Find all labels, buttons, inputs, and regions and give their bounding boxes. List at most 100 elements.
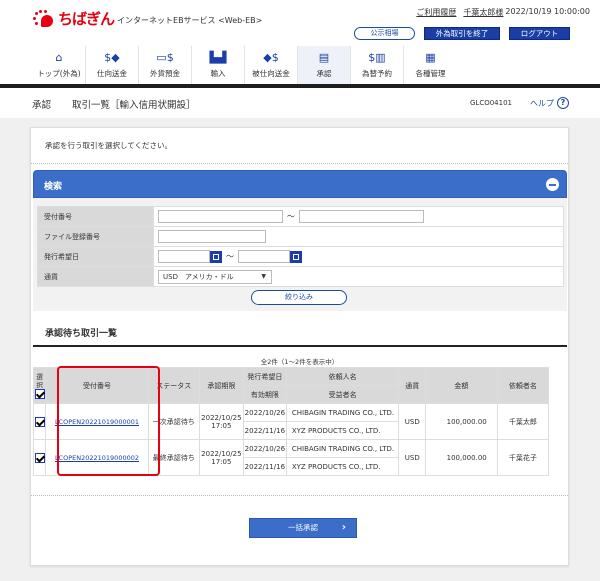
search-row-receipt-no: 受付番号 ～ bbox=[37, 206, 564, 227]
nav-label: 被仕向送金 bbox=[252, 69, 290, 78]
issue-date-cell: 2022/10/26 bbox=[242, 403, 287, 422]
import-icon: ▙▟ bbox=[209, 51, 227, 64]
usage-history-link[interactable]: ご利用履歴 bbox=[416, 7, 456, 18]
main-panel: 承認を行う取引を選択してください。 検索 受付番号 ～ ファイル登録番号 発行希… bbox=[30, 127, 569, 566]
issue-date-to-input[interactable] bbox=[238, 250, 290, 263]
nav-label: 仕向送金 bbox=[97, 69, 127, 78]
main-nav: ⌂ トップ(外為) $◆ 仕向送金 ▭$ 外貨預金 ▙▟ 輸入 ◆$ 被仕向送金… bbox=[33, 46, 457, 84]
nav-item-top[interactable]: ⌂ トップ(外為) bbox=[33, 46, 86, 84]
table-row: LCOPEN20221019000001 一次承認待ち 2022/10/25 17… bbox=[32, 403, 550, 440]
search-panel: 受付番号 ～ ファイル登録番号 発行希望日 ～ 通貨 USD アメリカ・ドル ▼ bbox=[33, 198, 567, 311]
nav-label: 為替予約 bbox=[362, 69, 392, 78]
select-header-label: 選択 bbox=[36, 372, 43, 389]
amount-cell: 100,000.00 bbox=[425, 439, 498, 476]
header: ちばぎん インターネットEBサービス <Web-EB> ご利用履歴 千葉太郎様 … bbox=[0, 0, 600, 88]
nav-item-import[interactable]: ▙▟ 輸入 bbox=[192, 46, 245, 84]
receipt-no-header: 受付番号 bbox=[45, 367, 149, 404]
nav-item-fx-contract[interactable]: $▥ 為替予約 bbox=[351, 46, 404, 84]
amount-header: 金額 bbox=[425, 367, 498, 404]
status-cell: 一次承認待ち bbox=[147, 403, 200, 440]
home-icon: ⌂ bbox=[55, 51, 63, 64]
range-separator: ～ bbox=[226, 252, 234, 261]
search-row-issue-date: 発行希望日 ～ bbox=[37, 246, 564, 267]
issue-date-cell: 2022/10/26 bbox=[242, 439, 287, 458]
result-count: 全2件（1～2件を表示中） bbox=[260, 358, 339, 366]
range-separator: ～ bbox=[287, 212, 295, 221]
dropdown-arrow-icon: ▼ bbox=[261, 272, 266, 280]
help-link[interactable]: ヘルプ ? bbox=[530, 97, 569, 109]
file-no-label: ファイル登録番号 bbox=[37, 226, 154, 247]
help-label: ヘルプ bbox=[530, 98, 554, 108]
table-row: LCOPEN20221019000002 最終承認待ち 2022/10/25 17… bbox=[32, 439, 550, 476]
page-title: 取引一覧［輸入信用状開設］ bbox=[72, 100, 196, 111]
expiry-cell: 2022/11/16 bbox=[242, 421, 287, 440]
logo[interactable]: ちばぎん インターネットEBサービス <Web-EB> bbox=[33, 8, 262, 29]
nav-item-remittance[interactable]: $◆ 仕向送金 bbox=[86, 46, 139, 84]
receipt-no-cell: LCOPEN20221019000002 bbox=[45, 439, 149, 476]
deadline-date: 2022/10/25 bbox=[201, 449, 242, 458]
approval-icon: ▤ bbox=[318, 51, 330, 64]
calendar-icon[interactable] bbox=[290, 250, 302, 263]
deadline-cell: 2022/10/25 17:05 bbox=[198, 439, 244, 476]
receipt-no-to-input[interactable] bbox=[299, 210, 424, 223]
management-icon: ▦ bbox=[425, 51, 436, 64]
search-row-file-no: ファイル登録番号 bbox=[37, 226, 564, 247]
issue-date-header: 発行希望日 bbox=[242, 367, 287, 386]
expiry-header: 有効期限 bbox=[242, 385, 287, 404]
requester-cell: 千葉花子 bbox=[496, 439, 550, 476]
nav-label: 承認 bbox=[316, 69, 332, 78]
help-icon: ? bbox=[557, 97, 569, 109]
issue-date-from-input[interactable] bbox=[158, 250, 210, 263]
list-title: 承認待ち取引一覧 bbox=[45, 329, 118, 339]
receipt-no-from-input[interactable] bbox=[158, 210, 283, 223]
deadline-time: 17:05 bbox=[211, 457, 232, 466]
chibagin-logo-icon bbox=[33, 9, 55, 28]
bulk-approve-label: 一括承認 bbox=[288, 523, 318, 532]
rates-button[interactable]: 公示相場 bbox=[354, 27, 415, 40]
status-cell: 最終承認待ち bbox=[147, 439, 200, 476]
fx-contract-icon: $▥ bbox=[368, 51, 386, 64]
nav-item-incoming-remittance[interactable]: ◆$ 被仕向送金 bbox=[245, 46, 298, 84]
transaction-table: 選択 受付番号 ステータス 承認期限 発行希望日 依頼人名 通貨 金額 依頼者名… bbox=[32, 367, 550, 476]
nav-item-approval[interactable]: ▤ 承認 bbox=[298, 46, 351, 84]
receipt-no-link[interactable]: LCOPEN20221019000002 bbox=[55, 454, 139, 462]
search-form: 受付番号 ～ ファイル登録番号 発行希望日 ～ 通貨 USD アメリカ・ドル ▼ bbox=[37, 206, 564, 287]
currency-value: USD アメリカ・ドル bbox=[163, 272, 234, 281]
instruction-text: 承認を行う取引を選択してください。 bbox=[45, 141, 173, 150]
deadline-header: 承認期限 bbox=[198, 367, 244, 404]
calendar-icon[interactable] bbox=[210, 250, 222, 263]
beneficiary-cell: XYZ PRODUCTS CO., LTD. bbox=[285, 421, 400, 440]
receipt-no-link[interactable]: LCOPEN20221019000001 bbox=[55, 418, 139, 426]
user-name-link[interactable]: 千葉太郎様 bbox=[463, 7, 503, 18]
currency-cell: USD bbox=[398, 403, 427, 440]
issue-date-label: 発行希望日 bbox=[37, 246, 154, 267]
beneficiary-header: 受益者名 bbox=[285, 385, 400, 404]
currency-select[interactable]: USD アメリカ・ドル ▼ bbox=[158, 269, 272, 284]
deposit-icon: ▭$ bbox=[156, 51, 174, 64]
logo-text: ちばぎん bbox=[58, 10, 115, 28]
nav-label: 各種管理 bbox=[415, 69, 446, 78]
bulk-approve-button[interactable]: 一括承認 › bbox=[249, 518, 357, 538]
search-panel-header[interactable]: 検索 bbox=[33, 170, 567, 198]
applicant-cell: CHIBAGIN TRADING CO., LTD. bbox=[285, 403, 400, 422]
incoming-remittance-icon: ◆$ bbox=[263, 51, 279, 64]
nav-label: 外貨預金 bbox=[150, 69, 180, 78]
row-checkbox[interactable] bbox=[34, 452, 45, 463]
nav-item-management[interactable]: ▦ 各種管理 bbox=[404, 46, 457, 84]
row-checkbox[interactable] bbox=[34, 416, 45, 427]
file-no-input[interactable] bbox=[158, 230, 266, 243]
logout-button[interactable]: ログアウト bbox=[509, 27, 570, 40]
deadline-time: 17:05 bbox=[211, 421, 232, 430]
filter-button[interactable]: 絞り込み bbox=[251, 290, 347, 305]
end-fx-button[interactable]: 外為取引を終了 bbox=[424, 27, 500, 40]
currency-label: 通貨 bbox=[37, 266, 154, 287]
select-all-checkbox[interactable] bbox=[34, 388, 45, 399]
nav-label: トップ(外為) bbox=[37, 69, 81, 78]
currency-header: 通貨 bbox=[398, 367, 427, 404]
deadline-cell: 2022/10/25 17:05 bbox=[198, 403, 244, 440]
section-title: 承認 bbox=[32, 100, 52, 111]
nav-label: 輸入 bbox=[210, 69, 226, 78]
search-row-currency: 通貨 USD アメリカ・ドル ▼ bbox=[37, 266, 564, 287]
collapse-icon[interactable] bbox=[546, 178, 559, 191]
nav-item-deposit[interactable]: ▭$ 外貨預金 bbox=[139, 46, 192, 84]
